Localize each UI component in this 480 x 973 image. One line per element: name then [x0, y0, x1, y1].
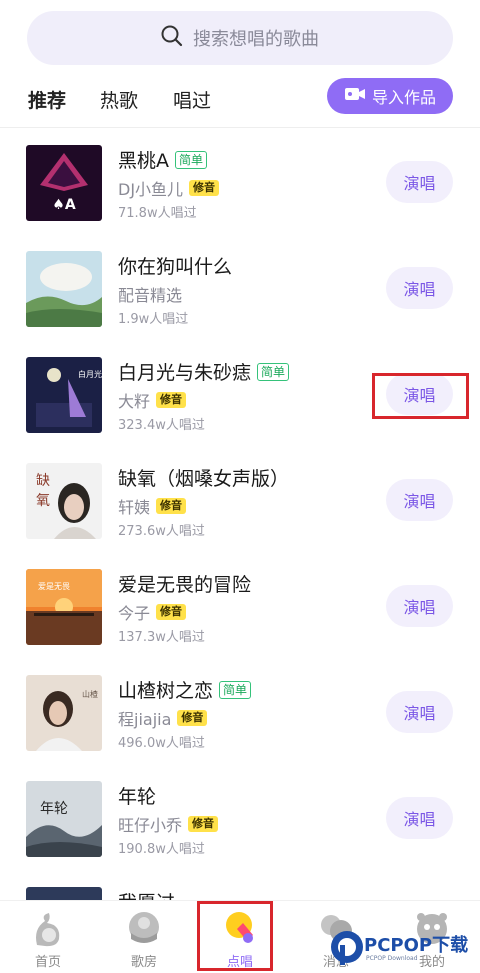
song-title: 年轮 — [118, 786, 157, 808]
svg-text:白月光: 白月光 — [78, 369, 102, 379]
play-count: 323.4w人唱过 — [118, 418, 205, 433]
play-count: 273.6w人唱过 — [118, 524, 205, 539]
tune-tag: 修音 — [188, 816, 219, 832]
song-artist: 旺仔小乔 — [118, 816, 183, 835]
song-row[interactable]: 爱是无畏 爱是无畏的冒险 今子 修音 137.3w人唱过 演唱 — [0, 552, 480, 658]
sing-button[interactable]: 演唱 — [386, 691, 453, 733]
svg-text:♠A: ♠A — [52, 197, 76, 213]
tab-bar: 推荐 热歌 唱过 导入作品 — [0, 78, 480, 118]
nav-room[interactable]: 歌房 — [96, 901, 192, 973]
search-input[interactable]: 搜索想唱的歌曲 — [27, 11, 453, 65]
play-count: 190.8w人唱过 — [118, 842, 205, 857]
song-cover — [26, 251, 102, 327]
sing-button[interactable]: 演唱 — [386, 797, 453, 839]
easy-tag: 简单 — [175, 150, 208, 169]
import-works-button[interactable]: 导入作品 — [327, 78, 453, 114]
room-icon — [127, 911, 161, 947]
song-title: 白月光与朱砂痣 — [118, 362, 252, 384]
song-row[interactable]: 你在狗叫什么 配音精选 1.9w人唱过 演唱 — [0, 234, 480, 340]
search-icon — [161, 25, 183, 51]
watermark-logo: PCPOP下载 PCPOP Download — [330, 925, 480, 969]
tab-label: 推荐 — [28, 90, 67, 112]
song-artist: 大籽 — [118, 392, 151, 411]
tune-tag: 修音 — [177, 710, 208, 726]
song-title: 黑桃A — [118, 150, 169, 172]
song-artist: 轩姨 — [118, 498, 151, 517]
sing-button[interactable]: 演唱 — [386, 161, 453, 203]
song-cover — [26, 887, 102, 900]
song-cover: 年轮 — [26, 781, 102, 857]
watermark-subtext: PCPOP Download — [366, 955, 418, 962]
search-placeholder: 搜索想唱的歌曲 — [193, 29, 319, 50]
svg-text:爱是无畏: 爱是无畏 — [38, 582, 70, 591]
tab-label: 热歌 — [100, 90, 139, 112]
tune-tag: 修音 — [156, 498, 187, 514]
import-button-label: 导入作品 — [371, 88, 436, 107]
sing-button[interactable]: 演唱 — [386, 479, 453, 521]
song-artist: 程jiajia — [118, 710, 172, 729]
tab-recommend[interactable]: 推荐 — [28, 86, 67, 115]
song-row[interactable]: 山楂 山楂树之恋 简单 程jiajia 修音 496.0w人唱过 演唱 — [0, 658, 480, 764]
song-cover: 白月光 — [26, 357, 102, 433]
svg-text:山楂: 山楂 — [82, 689, 98, 699]
song-cover: ♠A — [26, 145, 102, 221]
play-count: 137.3w人唱过 — [118, 630, 205, 645]
svg-text:年轮: 年轮 — [40, 801, 68, 817]
sing-button[interactable]: 演唱 — [386, 585, 453, 627]
song-row[interactable]: 缺氧 缺氧（烟嗓女声版） 轩姨 修音 273.6w人唱过 演唱 — [0, 446, 480, 552]
sing-button[interactable]: 演唱 — [386, 267, 453, 309]
song-list[interactable]: ♠A 黑桃A 简单 DJ小鱼儿 修音 71.8w人唱过 演唱 你在狗叫什么 配音… — [0, 128, 480, 900]
svg-text:缺: 缺 — [36, 473, 50, 489]
play-count: 496.0w人唱过 — [118, 736, 205, 751]
song-title: 我愿过 — [118, 888, 175, 900]
song-cover: 山楂 — [26, 675, 102, 751]
song-row[interactable]: 年轮 年轮 旺仔小乔 修音 190.8w人唱过 演唱 — [0, 764, 480, 870]
nav-home[interactable]: 首页 — [0, 901, 96, 973]
highlight-annotation — [197, 901, 273, 971]
nav-label: 首页 — [34, 955, 61, 970]
highlight-annotation — [372, 373, 469, 419]
song-artist: 今子 — [118, 604, 151, 623]
play-count: 71.8w人唱过 — [118, 206, 197, 221]
play-count: 1.9w人唱过 — [118, 312, 189, 327]
song-cover: 爱是无畏 — [26, 569, 102, 645]
easy-tag: 简单 — [219, 680, 252, 699]
easy-tag: 简单 — [257, 362, 290, 381]
song-title: 山楂树之恋 — [118, 680, 214, 702]
song-title: 爱是无畏的冒险 — [118, 574, 252, 596]
watermark-text: PCPOP下载 — [364, 935, 469, 956]
song-artist: DJ小鱼儿 — [118, 180, 184, 199]
song-title: 缺氧（烟嗓女声版） — [118, 468, 290, 490]
home-icon — [31, 911, 65, 947]
svg-text:氧: 氧 — [36, 493, 50, 509]
tab-label: 唱过 — [173, 90, 212, 112]
song-row[interactable]: 我愿过 — [0, 870, 480, 900]
song-row[interactable]: ♠A 黑桃A 简单 DJ小鱼儿 修音 71.8w人唱过 演唱 — [0, 128, 480, 234]
tune-tag: 修音 — [156, 604, 187, 620]
song-title: 你在狗叫什么 — [118, 256, 233, 278]
nav-label: 歌房 — [130, 955, 157, 970]
tune-tag: 修音 — [189, 180, 220, 196]
tune-tag: 修音 — [156, 392, 187, 408]
video-camera-icon — [344, 86, 366, 106]
tab-hot[interactable]: 热歌 — [100, 86, 138, 113]
song-artist: 配音精选 — [118, 286, 183, 305]
tab-sung[interactable]: 唱过 — [173, 86, 211, 113]
song-cover: 缺氧 — [26, 463, 102, 539]
